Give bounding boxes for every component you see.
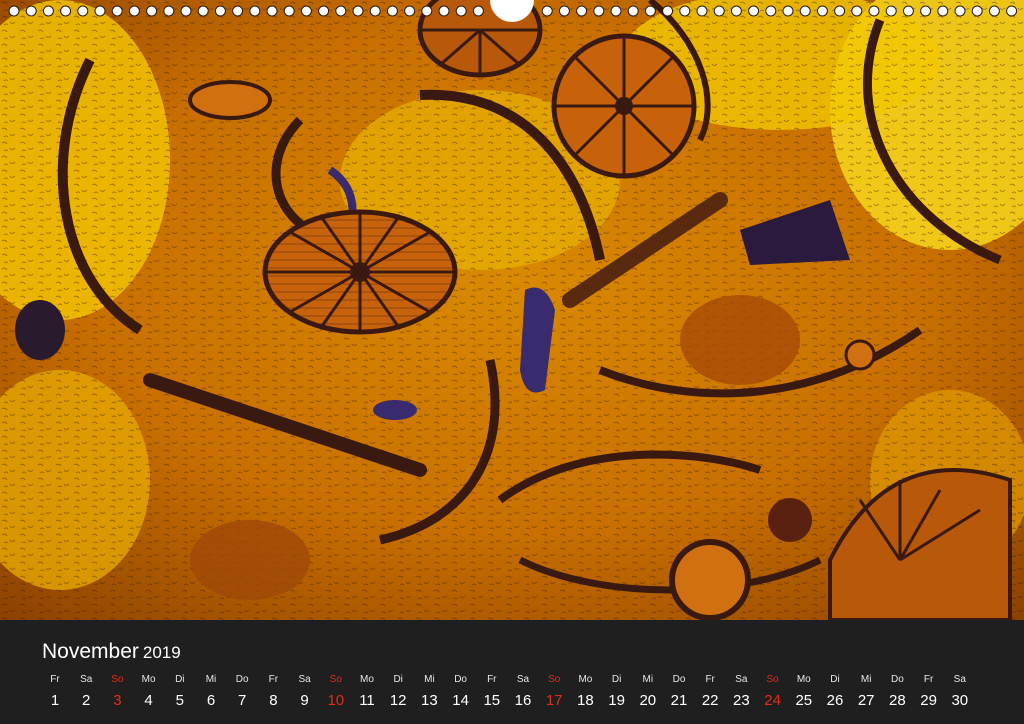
weekday-label: Fr xyxy=(50,674,60,685)
month-title: November 2019 xyxy=(42,641,181,662)
day-cell: Mo 4 xyxy=(132,674,166,711)
day-cell: Di 26 xyxy=(818,674,852,711)
weekday-label: Mi xyxy=(642,674,654,685)
day-number: 20 xyxy=(639,692,657,709)
day-number: 9 xyxy=(300,692,309,709)
day-number: 24 xyxy=(764,692,781,709)
day-number: 8 xyxy=(269,692,278,709)
weekday-label: Fr xyxy=(923,674,934,685)
day-cell: Fr 1 xyxy=(38,674,72,711)
weekday-label: So xyxy=(111,674,124,685)
weekday-label: Fr xyxy=(705,674,715,685)
weekday-label: Sa xyxy=(298,674,311,685)
weekday-label: Di xyxy=(830,674,840,685)
day-cell: Mo 11 xyxy=(350,674,384,711)
weekday-label: Sa xyxy=(953,674,966,685)
day-number: 29 xyxy=(920,692,937,709)
day-number: 1 xyxy=(50,692,60,709)
day-cell: So 24 xyxy=(756,674,790,711)
day-cell: Sa 9 xyxy=(288,674,322,711)
day-cell: Di 19 xyxy=(600,674,634,711)
weekday-label: So xyxy=(329,674,342,685)
weekday-label: Sa xyxy=(516,674,530,685)
fossil-artwork-image xyxy=(0,0,1024,620)
weekday-label: Mo xyxy=(796,674,811,685)
day-cell: Do 28 xyxy=(880,674,914,711)
day-cell: Sa 2 xyxy=(69,674,103,711)
weekday-label: Do xyxy=(672,674,686,685)
day-cell: Mo 18 xyxy=(568,674,602,711)
weekday-label: Fr xyxy=(268,674,279,685)
day-cell: Fr 8 xyxy=(256,674,290,711)
day-cell: Fr 22 xyxy=(693,674,727,711)
day-cell: Fr 29 xyxy=(912,674,946,711)
day-number: 28 xyxy=(889,692,906,709)
weekday-label: Do xyxy=(454,674,467,685)
day-number: 3 xyxy=(113,692,122,709)
day-number: 23 xyxy=(733,692,750,709)
day-cell: Do 14 xyxy=(444,674,478,711)
day-number: 26 xyxy=(826,692,844,709)
day-number: 22 xyxy=(701,692,719,709)
day-cell: Mi 20 xyxy=(631,674,665,711)
days-row: Fr 1 Sa 2 So 3 Mo 4 Di 5 Mi 6 Do 7 Fr 8 Sa 9 So 10 Mo 11 Di 12 M… xyxy=(38,674,998,714)
day-number: 18 xyxy=(577,692,594,709)
weekday-label: Di xyxy=(611,674,622,685)
month-name: November xyxy=(42,640,139,663)
day-cell: Mi 13 xyxy=(412,674,446,711)
weekday-label: Mo xyxy=(141,674,156,685)
weekday-label: So xyxy=(766,674,779,685)
day-number: 7 xyxy=(238,692,247,709)
weekday-label: Mo xyxy=(578,674,593,685)
weekday-label: Mi xyxy=(860,674,872,685)
day-number: 16 xyxy=(514,692,532,709)
day-number: 5 xyxy=(175,692,184,709)
day-cell: Do 21 xyxy=(662,674,696,711)
day-cell: Fr 15 xyxy=(475,674,509,711)
day-number: 6 xyxy=(206,692,216,709)
weekday-label: Sa xyxy=(80,674,93,685)
day-cell: So 10 xyxy=(319,674,353,711)
day-cell: So 17 xyxy=(537,674,571,711)
day-number: 4 xyxy=(144,692,153,709)
day-number: 30 xyxy=(951,692,969,709)
day-number: 19 xyxy=(608,692,625,709)
day-number: 25 xyxy=(795,692,813,709)
weekday-label: Di xyxy=(175,674,185,685)
weekday-label: Sa xyxy=(735,674,748,685)
day-number: 17 xyxy=(545,692,563,709)
day-cell: Di 12 xyxy=(381,674,415,711)
weekday-label: So xyxy=(548,674,561,685)
day-cell: Sa 16 xyxy=(506,674,540,711)
day-cell: Sa 30 xyxy=(943,674,977,711)
day-cell: Mi 6 xyxy=(194,674,228,711)
weekday-label: Do xyxy=(235,674,249,685)
day-cell: Mi 27 xyxy=(849,674,883,711)
day-number: 15 xyxy=(483,692,501,709)
day-cell: So 3 xyxy=(100,674,134,711)
calendar-bar: November 2019 Fr 1 Sa 2 So 3 Mo 4 Di 5 Mi 6 Do 7 Fr 8 Sa 9… xyxy=(0,620,1024,724)
day-cell: Mo 25 xyxy=(787,674,821,711)
day-number: 2 xyxy=(82,692,91,709)
day-number: 27 xyxy=(857,692,875,709)
day-cell: Di 5 xyxy=(163,674,197,711)
weekday-label: Mo xyxy=(360,674,374,685)
day-number: 13 xyxy=(421,692,438,709)
day-cell: Do 7 xyxy=(225,674,259,711)
day-cell: Sa 23 xyxy=(724,674,758,711)
weekday-label: Do xyxy=(890,674,904,685)
weekday-label: Fr xyxy=(487,674,497,685)
weekday-label: Mi xyxy=(424,674,435,685)
weekday-label: Mi xyxy=(205,674,217,685)
weekday-label: Di xyxy=(393,674,403,685)
day-number: 11 xyxy=(359,692,375,709)
day-number: 21 xyxy=(670,692,688,709)
day-number: 12 xyxy=(389,692,407,709)
day-number: 14 xyxy=(452,692,469,709)
month-year: 2019 xyxy=(142,643,181,662)
day-number: 10 xyxy=(327,692,345,709)
